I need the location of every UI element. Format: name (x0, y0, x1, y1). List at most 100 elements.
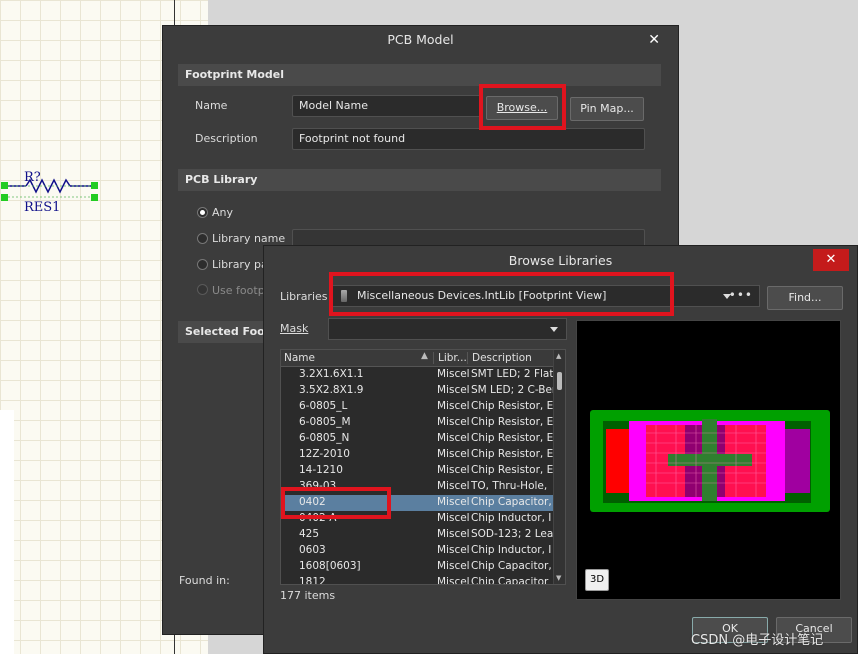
cell-lib: Miscel (437, 400, 469, 412)
scrollbar-thumb[interactable] (557, 372, 562, 390)
watermark: CSDN @电子设计笔记 (691, 633, 824, 648)
cell-name: 0402-A (299, 512, 337, 524)
cell-lib: Miscel (437, 464, 469, 476)
cell-lib: Miscel (437, 576, 469, 585)
list-scrollbar[interactable]: ▲ ▼ (553, 350, 565, 584)
scroll-down-icon[interactable]: ▼ (556, 574, 561, 582)
cell-lib: Miscel (437, 480, 469, 492)
cell-name: 6-0805_N (299, 432, 350, 444)
cell-desc: Chip Inductor, I (471, 512, 552, 524)
close-icon[interactable]: ✕ (813, 249, 849, 271)
table-row[interactable]: 1812 Miscel Chip Capacitor (281, 575, 565, 585)
mask-dropdown[interactable] (328, 318, 567, 340)
table-row[interactable]: 369-03 Miscel TO, Thru-Hole, (281, 479, 565, 495)
cell-desc: Chip Resistor, E (471, 416, 554, 428)
radio-use-footprint[interactable] (197, 284, 208, 295)
scroll-up-icon[interactable]: ▲ (556, 352, 561, 360)
column-library[interactable]: Libr... (433, 352, 467, 364)
found-in-label: Found in: (179, 574, 230, 587)
radio-library-name[interactable] (197, 233, 208, 244)
browse-label: Browse... (496, 101, 548, 114)
items-count: 177 items (280, 589, 336, 602)
footprint-graphic (590, 410, 830, 512)
cell-name: 1812 (299, 576, 326, 585)
footprint-list[interactable]: Name ▲ Libr... Description 3.2X1.6X1.1 Mi… (280, 349, 566, 585)
cell-lib: Miscel (437, 496, 469, 508)
footprint-preview[interactable]: 3D (576, 320, 841, 600)
mask-label-text: Mask (280, 322, 309, 335)
cell-name: 425 (299, 528, 320, 540)
table-row[interactable]: 1608[0603] Miscel Chip Capacitor, (281, 559, 565, 575)
table-row[interactable]: 14-1210 Miscel Chip Resistor, E (281, 463, 565, 479)
cell-lib: Miscel (437, 512, 469, 524)
schematic-margin (0, 410, 14, 654)
radio-library-path[interactable] (197, 259, 208, 270)
view-3d-button[interactable]: 3D (585, 569, 609, 591)
cell-name: 6-0805_L (299, 400, 348, 412)
table-row[interactable]: 6-0805_M Miscel Chip Resistor, E (281, 415, 565, 431)
pcb-library-header: PCB Library (178, 169, 661, 191)
cell-desc: Chip Capacitor, (471, 560, 552, 572)
libraries-dropdown[interactable]: Miscellaneous Devices.IntLib [Footprint … (330, 285, 760, 307)
browse-title: Browse Libraries (508, 253, 613, 268)
table-row[interactable]: 12Z-2010 Miscel Chip Resistor, E (281, 447, 565, 463)
table-row[interactable]: 0603 Miscel Chip Inductor, I (281, 543, 565, 559)
comment-label: RES1 (24, 200, 61, 215)
column-name[interactable]: Name (284, 352, 315, 364)
description-field[interactable]: Footprint not found (292, 128, 645, 150)
table-row[interactable]: 425 Miscel SOD-123; 2 Lea (281, 527, 565, 543)
cell-name: 6-0805_M (299, 416, 351, 428)
cell-name: 1608[0603] (299, 560, 361, 572)
chevron-down-icon (550, 327, 558, 332)
cell-name: 12Z-2010 (299, 448, 350, 460)
cell-desc: Chip Capacitor, (471, 496, 552, 508)
browse-libraries-dialog: Browse Libraries ✕ Libraries Miscellaneo… (263, 245, 858, 654)
browse-button[interactable]: Browse... (486, 96, 558, 120)
cell-lib: Miscel (437, 368, 469, 380)
list-body: 3.2X1.6X1.1 Miscel SMT LED; 2 Flat 3.5X2.8X… (281, 367, 565, 585)
footprint-model-header: Footprint Model (178, 64, 661, 86)
radio-library-name-label: Library name (212, 232, 286, 245)
table-row[interactable]: 6-0805_L Miscel Chip Resistor, E (281, 399, 565, 415)
sort-icon: ▲ (421, 351, 428, 361)
cell-desc: SM LED; 2 C-Ber (471, 384, 555, 396)
cell-name: 0402 (299, 496, 326, 508)
cell-desc: SMT LED; 2 Flat (471, 368, 554, 380)
libraries-label: Libraries (280, 290, 328, 303)
list-header: Name ▲ Libr... Description (281, 350, 565, 367)
cell-name: 369-03 (299, 480, 337, 492)
libraries-value: Miscellaneous Devices.IntLib [Footprint … (357, 289, 607, 302)
radio-use-footprint-label: Use footp (212, 284, 265, 297)
cell-name: 3.5X2.8X1.9 (299, 384, 364, 396)
mask-label: Mask (280, 322, 308, 335)
table-row[interactable]: 3.2X1.6X1.1 Miscel SMT LED; 2 Flat (281, 367, 565, 383)
browse-titlebar[interactable]: Browse Libraries ✕ (264, 246, 857, 276)
footprint-name-field[interactable]: Model Name (292, 95, 482, 117)
radio-any[interactable] (197, 207, 208, 218)
close-icon[interactable]: ✕ (648, 26, 660, 54)
pin-map-button[interactable]: Pin Map... (570, 97, 644, 121)
pcb-model-titlebar[interactable]: PCB Model ✕ (163, 26, 678, 54)
cell-desc: SOD-123; 2 Lea (471, 528, 554, 540)
cell-lib: Miscel (437, 432, 469, 444)
cell-desc: Chip Resistor, E (471, 448, 554, 460)
table-row[interactable]: 3.5X2.8X1.9 Miscel SM LED; 2 C-Ber (281, 383, 565, 399)
cell-desc: Chip Inductor, I (471, 544, 552, 556)
description-label: Description (195, 132, 258, 145)
cell-lib: Miscel (437, 384, 469, 396)
table-row[interactable]: 0402 Miscel Chip Capacitor, (281, 495, 565, 511)
find-button[interactable]: Find... (767, 286, 843, 310)
cell-name: 14-1210 (299, 464, 343, 476)
column-description[interactable]: Description (467, 352, 532, 364)
radio-any-label: Any (212, 206, 234, 219)
cell-name: 3.2X1.6X1.1 (299, 368, 364, 380)
dialog-title: PCB Model (387, 32, 454, 47)
ellipsis-icon[interactable]: ••• (729, 285, 753, 305)
cell-desc: Chip Resistor, E (471, 400, 554, 412)
name-label: Name (195, 99, 228, 112)
radio-library-path-label: Library pa (212, 258, 268, 271)
table-row[interactable]: 0402-A Miscel Chip Inductor, I (281, 511, 565, 527)
library-icon (341, 290, 347, 302)
cell-lib: Miscel (437, 560, 469, 572)
table-row[interactable]: 6-0805_N Miscel Chip Resistor, E (281, 431, 565, 447)
